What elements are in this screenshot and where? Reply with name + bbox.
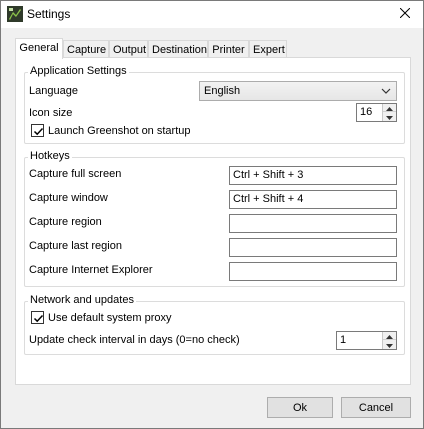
hotkey-input-capture-internet-explorer[interactable] xyxy=(229,262,397,281)
icon-size-label: Icon size xyxy=(29,107,73,119)
application-settings-title: Application Settings xyxy=(28,65,129,78)
tab-expert[interactable]: Expert xyxy=(249,40,287,58)
checkmark-icon xyxy=(33,314,44,323)
language-label: Language xyxy=(29,85,78,97)
settings-window: Settings General Capture Output Destinat… xyxy=(0,0,424,429)
update-interval-value: 1 xyxy=(340,334,347,346)
default-proxy-check-box[interactable] xyxy=(31,311,44,324)
update-interval-stepper[interactable]: 1 xyxy=(336,331,397,350)
chevron-down-icon xyxy=(381,86,391,96)
hotkey-label-capture-last-region: Capture last region xyxy=(29,240,122,252)
close-icon xyxy=(399,7,411,21)
hotkey-label-capture-window: Capture window xyxy=(29,192,108,204)
tab-printer[interactable]: Printer xyxy=(208,40,249,58)
hotkey-input-capture-region[interactable] xyxy=(229,214,397,233)
hotkeys-title: Hotkeys xyxy=(28,150,72,163)
launch-on-startup-checkbox[interactable]: Launch Greenshot on startup xyxy=(31,124,190,137)
network-updates-title: Network and updates xyxy=(28,294,136,307)
tab-capture[interactable]: Capture xyxy=(63,40,109,58)
greenshot-app-icon xyxy=(7,6,23,22)
icon-size-value: 16 xyxy=(360,106,373,118)
hotkeys-group: Hotkeys Capture full screen Ctrl + Shift… xyxy=(24,150,405,287)
icon-size-spin-buttons xyxy=(382,104,396,121)
window-title: Settings xyxy=(27,7,71,21)
default-proxy-checkbox[interactable]: Use default system proxy xyxy=(31,311,172,324)
hotkey-input-capture-full-screen[interactable]: Ctrl + Shift + 3 xyxy=(229,166,397,185)
arrow-down-icon xyxy=(386,111,393,123)
arrow-down-icon xyxy=(386,339,393,351)
hotkey-input-capture-last-region[interactable] xyxy=(229,238,397,257)
hotkey-label-capture-full-screen: Capture full screen xyxy=(29,168,122,180)
language-select[interactable]: English xyxy=(199,81,397,101)
update-interval-spin-buttons xyxy=(382,332,396,349)
icon-size-stepper[interactable]: 16 xyxy=(356,103,397,122)
launch-on-startup-check-box[interactable] xyxy=(31,124,44,137)
tab-output[interactable]: Output xyxy=(109,40,148,58)
checkmark-icon xyxy=(33,127,44,136)
default-proxy-label: Use default system proxy xyxy=(48,311,172,324)
spin-down-button[interactable] xyxy=(383,113,396,121)
cancel-button[interactable]: Cancel xyxy=(341,397,411,418)
tab-destination[interactable]: Destination xyxy=(148,40,208,58)
network-updates-group: Network and updates Use default system p… xyxy=(24,294,405,355)
hotkey-label-capture-region: Capture region xyxy=(29,216,102,228)
ok-button[interactable]: Ok xyxy=(267,397,333,418)
close-button[interactable] xyxy=(387,1,423,28)
general-tab-panel: Application Settings Language English Ic… xyxy=(15,57,411,385)
launch-on-startup-label: Launch Greenshot on startup xyxy=(48,124,191,137)
title-bar: Settings xyxy=(1,1,423,28)
tab-general[interactable]: General xyxy=(15,38,63,59)
hotkey-input-capture-window[interactable]: Ctrl + Shift + 4 xyxy=(229,190,397,209)
application-settings-group: Application Settings Language English Ic… xyxy=(24,65,405,144)
language-value: English xyxy=(204,85,241,97)
update-interval-label: Update check interval in days (0=no chec… xyxy=(29,334,240,346)
spin-down-button[interactable] xyxy=(383,341,396,349)
hotkey-label-capture-internet-explorer: Capture Internet Explorer xyxy=(29,264,153,276)
